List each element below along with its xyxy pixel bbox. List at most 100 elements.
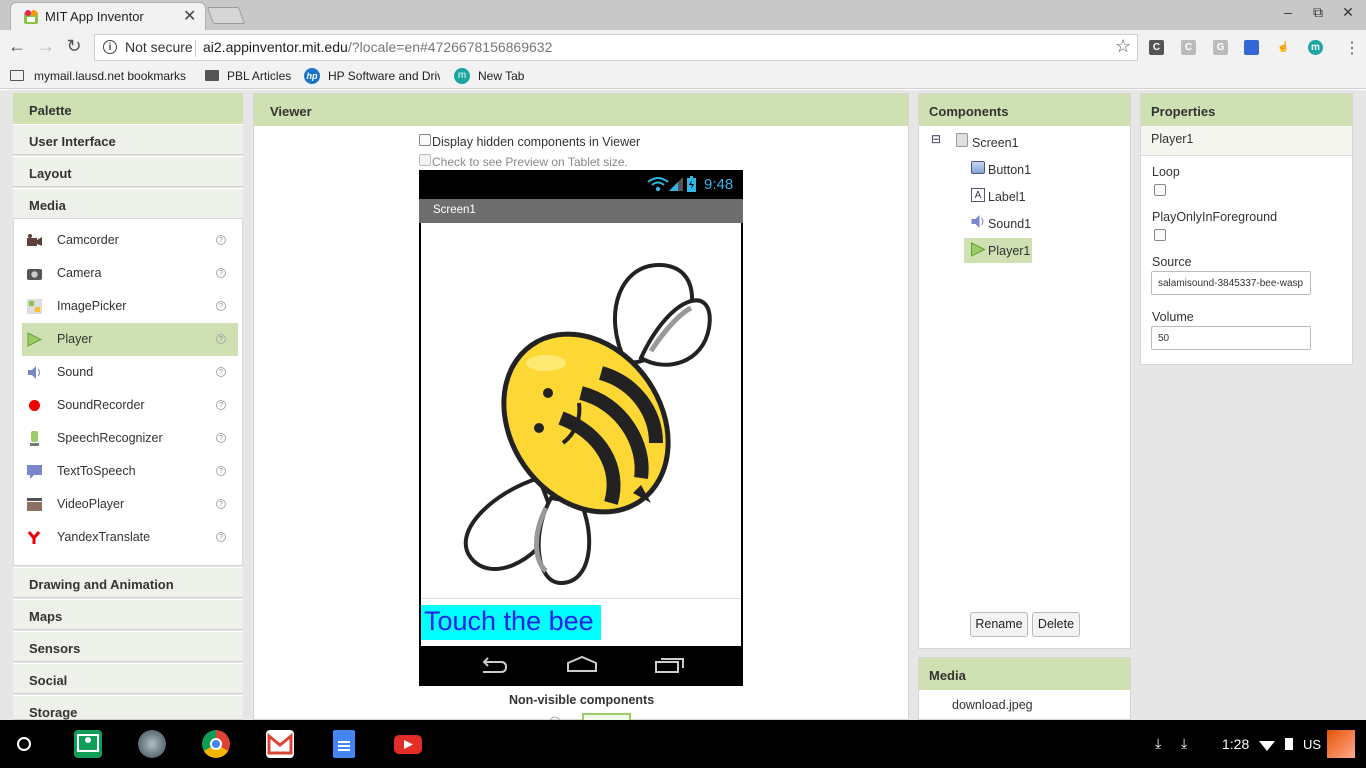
palette-item-sound[interactable]: Sound ?: [22, 356, 238, 389]
delete-button[interactable]: Delete: [1032, 612, 1080, 637]
help-icon[interactable]: ?: [216, 268, 226, 278]
help-icon[interactable]: ?: [216, 433, 226, 443]
docs-icon[interactable]: [333, 730, 355, 758]
palette-category-maps[interactable]: Maps: [13, 599, 243, 630]
tab-title: MIT App Inventor: [45, 9, 144, 24]
loop-checkbox[interactable]: [1154, 184, 1166, 196]
battery-status-icon[interactable]: [1285, 738, 1293, 750]
google-classroom-icon[interactable]: [74, 730, 102, 758]
tree-item-sound1[interactable]: Sound1: [988, 217, 1031, 231]
palette-item-yandextranslate[interactable]: YandexTranslate ?: [22, 521, 238, 554]
minimize-icon[interactable]: –: [1278, 4, 1298, 20]
bee-image-button[interactable]: [451, 253, 721, 593]
palette-category-user-interface[interactable]: User Interface: [13, 124, 243, 155]
volume-input[interactable]: 50: [1151, 326, 1311, 350]
info-icon[interactable]: i: [103, 40, 117, 54]
download-icon[interactable]: ⤓: [1155, 735, 1161, 752]
tree-item-player1-selected[interactable]: Player1: [964, 238, 1032, 263]
m-icon: m: [454, 68, 470, 84]
palette-category-storage[interactable]: Storage: [13, 695, 243, 720]
palette-category-sensors[interactable]: Sensors: [13, 631, 243, 662]
palette-category-layout[interactable]: Layout: [13, 156, 243, 187]
palette-item-videoplayer[interactable]: VideoPlayer ?: [22, 488, 238, 521]
components-header: Components: [919, 94, 1130, 126]
launcher-icon[interactable]: [17, 737, 31, 751]
palette-category-drawing-and-animation[interactable]: Drawing and Animation: [13, 567, 243, 598]
bookmark-star-icon[interactable]: ☆: [1115, 36, 1131, 57]
clock[interactable]: 1:28: [1222, 736, 1249, 752]
palette-item-label: Player: [57, 332, 93, 346]
not-secure-label: Not secure: [125, 39, 193, 55]
extension-calendar-icon[interactable]: [1244, 40, 1259, 55]
source-input[interactable]: salamisound-3845337-bee-wasp: [1151, 271, 1311, 295]
palette-item-label: VideoPlayer: [57, 497, 125, 511]
tablet-preview-label: Check to see Preview on Tablet size.: [432, 155, 628, 169]
close-window-icon[interactable]: ✕: [1338, 4, 1358, 21]
bookmark-pbl-articles[interactable]: PBL Articles: [227, 69, 291, 83]
help-icon[interactable]: ?: [216, 334, 226, 344]
browser-menu-icon[interactable]: ⋮: [1344, 38, 1360, 58]
reload-icon[interactable]: ↻: [63, 36, 85, 57]
restore-icon[interactable]: ⧉: [1308, 4, 1328, 21]
collapse-tree-icon[interactable]: ⊟: [931, 132, 941, 146]
palette-category-media[interactable]: Media: [13, 188, 243, 219]
help-icon[interactable]: ?: [216, 532, 226, 542]
help-icon[interactable]: ?: [216, 466, 226, 476]
download-icon-2[interactable]: ⤓: [1181, 735, 1187, 752]
battery-icon: [687, 176, 696, 192]
back-icon[interactable]: ←: [6, 36, 28, 57]
palette-item-camera[interactable]: Camera ?: [22, 257, 238, 290]
profile-avatar[interactable]: m: [1308, 40, 1323, 55]
extension-c2-icon[interactable]: C: [1181, 40, 1196, 55]
extension-hand-icon[interactable]: ☝: [1276, 40, 1291, 55]
nonvisible-components-label: Non-visible components: [509, 693, 655, 707]
android-recents-icon: [655, 658, 684, 673]
texttospeech-icon: [27, 465, 42, 479]
extension-c-icon[interactable]: C: [1149, 40, 1164, 55]
media-file-item[interactable]: download.jpeg: [952, 698, 1033, 712]
user-avatar[interactable]: [1327, 730, 1355, 758]
speechrecognizer-icon: [30, 431, 39, 446]
rename-button[interactable]: Rename: [970, 612, 1028, 637]
palette-item-label: ImagePicker: [57, 299, 127, 313]
palette-item-imagepicker[interactable]: ImagePicker ?: [22, 290, 238, 323]
tree-item-label1[interactable]: Label1: [988, 190, 1026, 204]
files-icon[interactable]: [138, 730, 166, 758]
hidden-components-checkbox[interactable]: [419, 134, 431, 146]
help-icon[interactable]: ?: [216, 301, 226, 311]
bookmarks-bar: mymail.lausd.net bookmarks PBL Articles …: [0, 65, 1366, 89]
bookmark-hp-software[interactable]: HP Software and Driv: [328, 69, 440, 83]
wifi-status-icon[interactable]: [1259, 738, 1275, 751]
chrome-icon[interactable]: [202, 730, 230, 758]
palette-item-speechrecognizer[interactable]: SpeechRecognizer ?: [22, 422, 238, 455]
nonvisible-player-component[interactable]: [582, 713, 631, 720]
tree-item-screen1[interactable]: Screen1: [972, 136, 1019, 150]
forward-icon[interactable]: →: [35, 36, 57, 57]
tree-item-button1[interactable]: Button1: [988, 163, 1031, 177]
help-icon[interactable]: ?: [216, 499, 226, 509]
touch-the-bee-label: Touch the bee: [421, 605, 601, 640]
camcorder-icon: [27, 234, 42, 246]
play-only-in-foreground-checkbox[interactable]: [1154, 229, 1166, 241]
extension-g-icon[interactable]: G: [1213, 40, 1228, 55]
palette-item-soundrecorder[interactable]: SoundRecorder ?: [22, 389, 238, 422]
new-tab-button[interactable]: [206, 7, 246, 24]
youtube-icon[interactable]: [394, 735, 422, 754]
gmail-icon[interactable]: [266, 730, 294, 758]
tab-strip: MIT App Inventor ✕ – ⧉ ✕: [0, 0, 1366, 30]
locale-indicator[interactable]: US: [1303, 737, 1321, 752]
palette-item-texttospeech[interactable]: TextToSpeech ?: [22, 455, 238, 488]
close-tab-icon[interactable]: ✕: [183, 6, 196, 26]
bookmark-new-tab[interactable]: New Tab: [478, 69, 524, 83]
help-icon[interactable]: ?: [216, 367, 226, 377]
help-icon[interactable]: ?: [216, 400, 226, 410]
bookmark-mymail[interactable]: mymail.lausd.net bookmarks: [34, 69, 186, 83]
palette-item-player[interactable]: Player ?: [22, 323, 238, 356]
palette-item-camcorder[interactable]: Camcorder ?: [22, 224, 238, 257]
tablet-preview-checkbox[interactable]: [419, 154, 431, 166]
address-bar[interactable]: i Not secure ai2.appinventor.mit.edu /?l…: [94, 34, 1138, 61]
app-inventor-icon: [24, 10, 38, 24]
palette-category-social[interactable]: Social: [13, 663, 243, 694]
browser-tab[interactable]: MIT App Inventor ✕: [10, 2, 206, 30]
help-icon[interactable]: ?: [216, 235, 226, 245]
